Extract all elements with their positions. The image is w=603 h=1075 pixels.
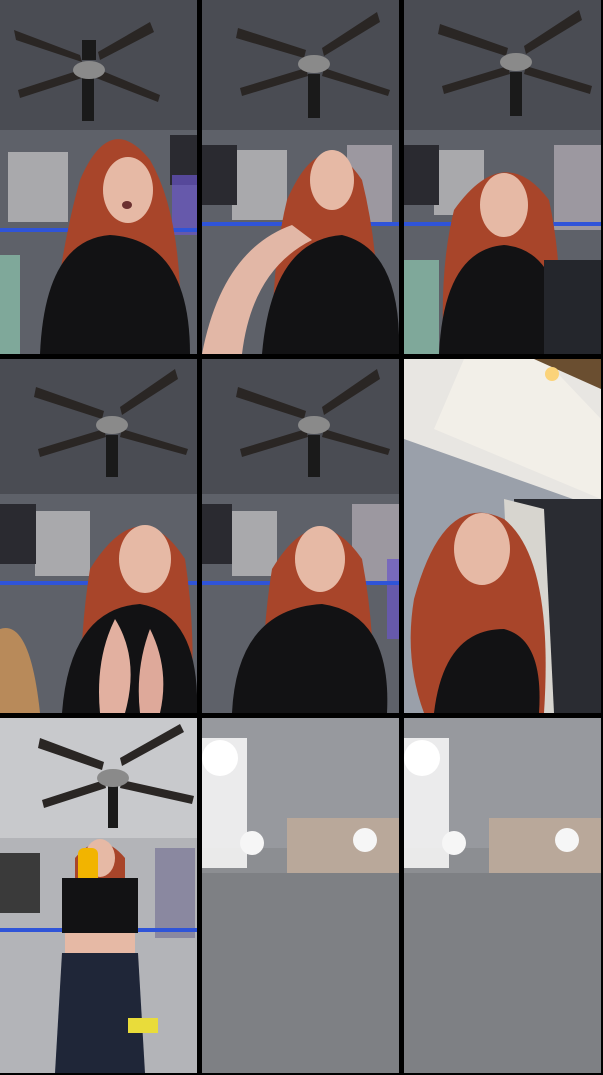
frame-1-image	[0, 0, 197, 354]
frame-5	[202, 359, 399, 713]
frame-6	[404, 359, 601, 713]
frame-7-image	[0, 718, 197, 1073]
frame-5-image	[202, 359, 399, 713]
frame-2	[202, 0, 399, 354]
frame-9	[404, 718, 601, 1073]
light-icon	[545, 367, 559, 381]
frame-6-image	[404, 359, 601, 713]
frame-9-image	[404, 718, 601, 1073]
frame-8	[202, 718, 399, 1073]
light-bulb-icon	[202, 740, 238, 776]
video-frame-grid	[0, 0, 603, 1075]
frame-7	[0, 718, 197, 1073]
frame-2-image	[202, 0, 399, 354]
frame-4-image	[0, 359, 197, 713]
frame-3	[404, 0, 601, 354]
frame-3-image	[404, 0, 601, 354]
frame-8-image	[202, 718, 399, 1073]
frame-1	[0, 0, 197, 354]
frame-4	[0, 359, 197, 713]
light-bulb-icon	[404, 740, 440, 776]
